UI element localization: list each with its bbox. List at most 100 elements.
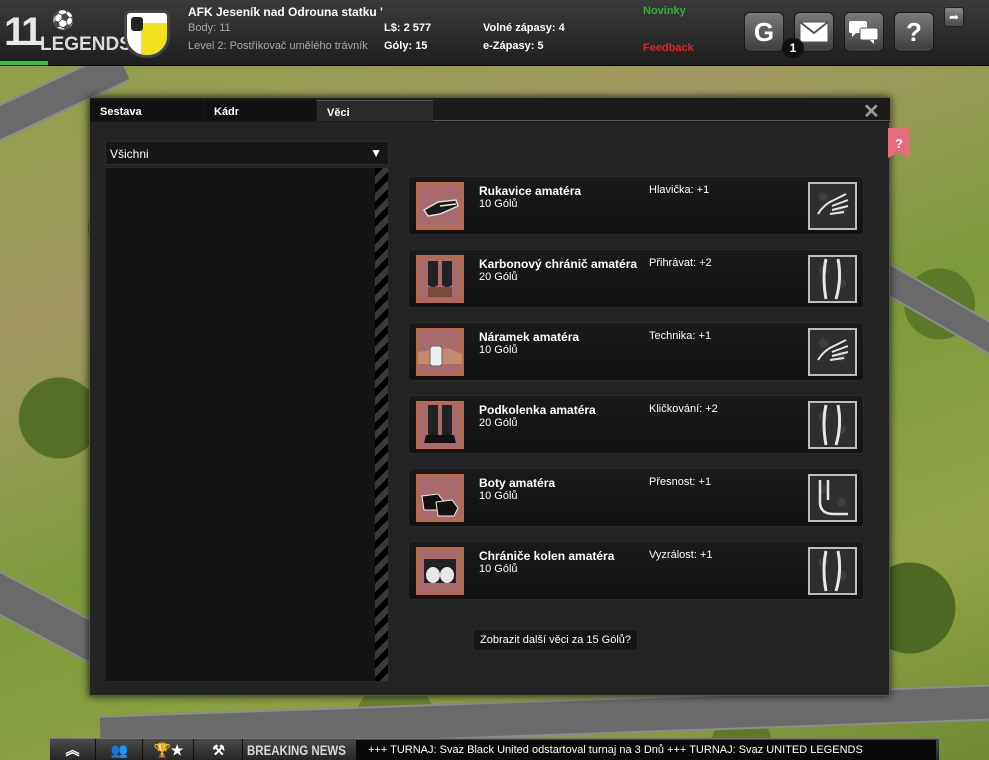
close-icon[interactable]: ✕: [863, 99, 880, 124]
club-name[interactable]: AFK Jeseník nad Odrouna statku ': [188, 5, 383, 19]
item-name: Podkolenka amatéra: [479, 403, 596, 417]
help-button[interactable]: ?: [894, 12, 934, 52]
trophies-button[interactable]: 🏆★: [144, 739, 194, 760]
item-price: 10 Gólů: [479, 344, 518, 356]
collapse-button[interactable]: ︽: [50, 739, 96, 760]
item-row[interactable]: Rukavice amatéra 10 Gólů Hlavička: +1: [408, 176, 864, 235]
players-button[interactable]: 👥: [97, 739, 143, 760]
item-price: 10 Gólů: [479, 490, 518, 502]
item-thumbnail: [416, 401, 464, 449]
body-points: Body: 11: [188, 22, 231, 34]
item-thumbnail: [416, 474, 464, 522]
knee-pad-icon: [418, 549, 462, 593]
leg-slot-icon: [808, 401, 857, 449]
item-row[interactable]: Boty amatéra 10 Gólů Přesnost: +1: [408, 468, 864, 527]
e-matches-label: e-Zápasy:: [483, 40, 535, 52]
breaking-news-label: BREAKING NEWS: [247, 742, 346, 758]
item-name: Chrániče kolen amatéra: [479, 549, 615, 563]
people-icon: 👥: [110, 741, 129, 758]
logo-number: 11: [4, 10, 43, 54]
goals-label: Góly:: [384, 40, 413, 52]
crest-dark-field: [131, 17, 143, 31]
free-matches-label: Volné zápasy:: [483, 22, 556, 34]
news-link[interactable]: Novinky: [643, 5, 686, 17]
trophy-star-icon: 🏆★: [153, 741, 184, 758]
filter-select[interactable]: Všichni ▼: [105, 141, 389, 165]
shin-guard-icon: [418, 257, 462, 301]
envelope-icon: [799, 21, 829, 43]
tab-veci[interactable]: Věci: [317, 100, 433, 121]
hand-slot-icon: [808, 182, 857, 230]
g-button[interactable]: G: [744, 12, 784, 52]
free-matches-value: 4: [558, 22, 565, 34]
g-label: G: [753, 16, 775, 47]
item-bonus: Hlavička: +1: [649, 184, 710, 196]
goals-value: 15: [415, 40, 428, 52]
glove-icon: [418, 184, 462, 228]
top-bar: 11 ⚽ LEGENDS AFK Jeseník nad Odrouna sta…: [0, 0, 989, 66]
mail-count-badge: 1: [782, 38, 804, 58]
item-bonus: Technika: +1: [649, 330, 712, 342]
ls-value: 2 577: [403, 22, 432, 34]
item-row[interactable]: Podkolenka amatéra 20 Gólů Kličkování: +…: [408, 395, 864, 454]
arrow-share-icon: ➦: [948, 10, 960, 24]
ls-label: L$:: [384, 22, 401, 34]
item-name: Boty amatéra: [479, 476, 556, 490]
tab-sestava[interactable]: Sestava: [90, 100, 203, 121]
goals-balance: Góly: 15: [384, 40, 427, 52]
item-price: 20 Gólů: [479, 417, 518, 429]
club-crest[interactable]: [124, 10, 170, 58]
item-thumbnail: [416, 255, 464, 303]
foot-slot-icon: [808, 474, 857, 522]
level-text: Level 2: Postřikovač umělého trávník: [188, 40, 368, 52]
feedback-link[interactable]: Feedback: [643, 42, 694, 54]
player-silhouette-icon: ⚽: [52, 10, 75, 30]
e-matches: e-Zápasy: 5: [483, 40, 544, 52]
player-list-panel: [105, 167, 389, 682]
list-scrollbar[interactable]: [375, 168, 388, 681]
item-bonus: Přesnost: +1: [649, 476, 712, 488]
item-thumbnail: [416, 182, 464, 230]
item-row[interactable]: Náramek amatéra 10 Gólů Technika: +1: [408, 322, 864, 381]
boot-icon: [418, 476, 462, 520]
body-value: 11: [219, 22, 231, 34]
progress-bar: [0, 61, 48, 65]
hand-slot-icon: [808, 328, 857, 376]
ticker-text: +++ TURNAJ: Svaz Black United odstartova…: [356, 740, 936, 760]
item-row[interactable]: Chrániče kolen amatéra 10 Gólů Vyzrálost…: [408, 541, 864, 600]
game-logo[interactable]: 11 ⚽ LEGENDS: [4, 6, 132, 58]
show-more-items-button[interactable]: Zobrazit další věci za 15 Gólů?: [473, 629, 639, 651]
logo-word: LEGENDS: [40, 34, 132, 55]
item-bonus: Přihrávat: +2: [649, 257, 712, 269]
crest-yellow-field: [141, 23, 167, 55]
item-name: Rukavice amatéra: [479, 184, 582, 198]
sock-icon: [418, 403, 462, 447]
share-button[interactable]: ➦: [944, 7, 964, 27]
item-bonus: Kličkování: +2: [649, 403, 718, 415]
question-icon: ?: [895, 135, 903, 151]
chat-button[interactable]: [844, 12, 884, 52]
item-thumbnail: [416, 547, 464, 595]
item-row[interactable]: Karbonový chránič amatéra 20 Gólů Přihrá…: [408, 249, 864, 308]
items-modal: Sestava Kádr Věci ✕ Všichni ▼ Rukavice a…: [89, 97, 890, 696]
e-matches-value: 5: [537, 40, 544, 52]
filter-value: Všichni: [110, 147, 149, 161]
free-matches: Volné zápasy: 4: [483, 22, 565, 34]
help-flag[interactable]: ?: [888, 128, 910, 158]
item-price: 20 Gólů: [479, 271, 518, 283]
item-price: 10 Gólů: [479, 198, 518, 210]
gavel-icon: ⚒: [212, 741, 225, 758]
tab-kadr[interactable]: Kádr: [204, 100, 316, 121]
auction-button[interactable]: ⚒: [195, 739, 243, 760]
body-label: Body:: [188, 22, 217, 34]
item-bonus: Vyzrálost: +1: [649, 549, 713, 561]
tab-divider: [433, 120, 890, 121]
item-price: 10 Gólů: [479, 563, 518, 575]
item-thumbnail: [416, 328, 464, 376]
item-name: Náramek amatéra: [479, 330, 580, 344]
leg-slot-icon: [808, 547, 857, 595]
item-name: Karbonový chránič amatéra: [479, 257, 638, 271]
triangle-down-icon: ▼: [370, 146, 382, 160]
news-ticker-bar: ︽ 👥 🏆★ ⚒ BREAKING NEWS +++ TURNAJ: Svaz …: [50, 738, 939, 760]
wristband-icon: [418, 330, 462, 374]
